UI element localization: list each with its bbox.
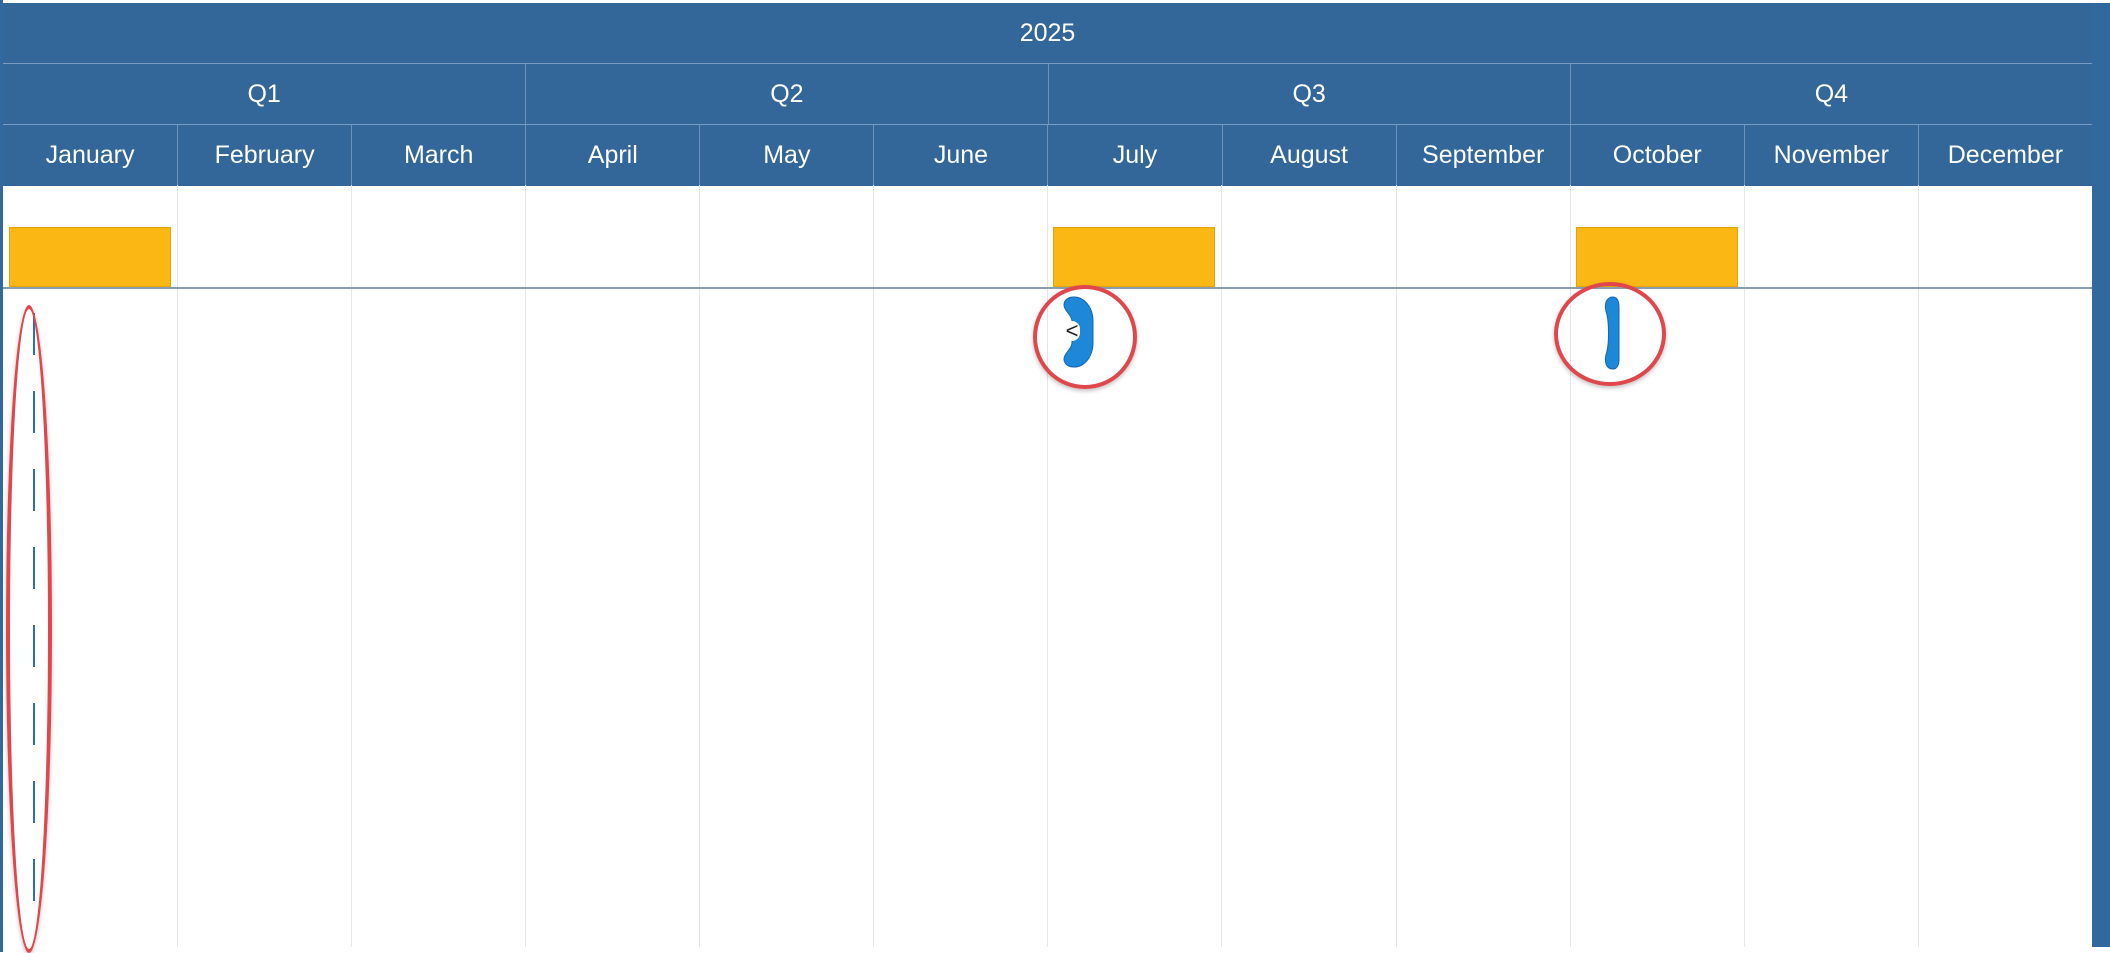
quarter-q3: Q3	[1047, 64, 1570, 125]
highlight-ring	[1554, 282, 1666, 386]
grid-line	[1221, 185, 1222, 947]
milestone-bar-january[interactable]	[9, 227, 171, 287]
grid-line	[1918, 185, 1919, 947]
grid-line	[177, 185, 178, 947]
month-february: February	[177, 125, 351, 186]
month-august: August	[1221, 125, 1396, 186]
timeline-grid: <	[3, 185, 2092, 953]
month-header: January February March April May June Ju…	[3, 124, 2092, 186]
month-december: December	[1917, 125, 2092, 186]
highlight-ring	[1033, 285, 1137, 389]
timeline-view: 2025 Q1 Q2 Q3 Q4 January February March …	[3, 3, 2092, 953]
month-july: July	[1047, 125, 1221, 186]
month-may: May	[699, 125, 873, 186]
right-scrollbar[interactable]	[2092, 3, 2110, 947]
month-march: March	[351, 125, 525, 186]
quarter-q1: Q1	[247, 80, 281, 108]
year-label: 2025	[1019, 18, 1076, 47]
month-april: April	[525, 125, 699, 186]
grid-line	[873, 185, 874, 947]
quarter-q4: Q4	[1569, 64, 2092, 125]
row-divider	[3, 287, 2092, 289]
milestone-bar-july[interactable]	[1053, 227, 1215, 287]
month-november: November	[1743, 125, 1918, 186]
milestone-bar-october[interactable]	[1576, 227, 1738, 287]
grid-line	[525, 185, 526, 947]
grid-line	[351, 185, 352, 947]
quarter-header: Q1 Q2 Q3 Q4	[3, 63, 2092, 125]
quarter-q2: Q2	[525, 64, 1047, 125]
highlight-ring	[6, 305, 52, 953]
grid-line	[1744, 185, 1745, 947]
month-september: September	[1395, 125, 1570, 186]
month-october: October	[1569, 125, 1744, 186]
grid-line	[1396, 185, 1397, 947]
month-january: January	[45, 141, 135, 169]
month-june: June	[873, 125, 1047, 186]
grid-line	[699, 185, 700, 947]
year-header: 2025	[3, 3, 2092, 63]
